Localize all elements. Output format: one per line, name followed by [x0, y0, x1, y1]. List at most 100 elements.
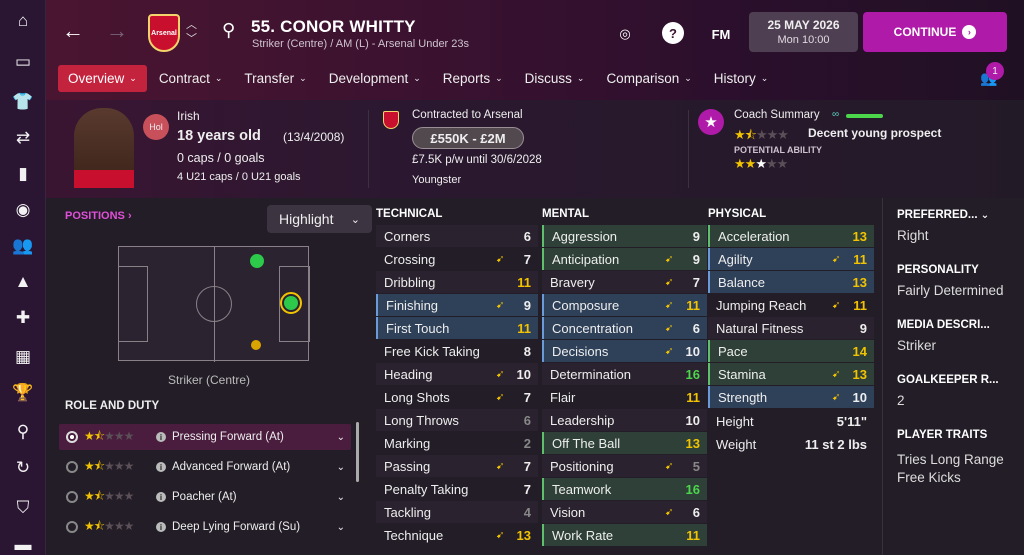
- transfer-value[interactable]: £550K - £2M: [412, 127, 524, 149]
- attribute-row[interactable]: Finishing ➹ 9: [376, 294, 538, 316]
- attribute-row[interactable]: Leadership 10: [542, 409, 707, 431]
- attribute-row[interactable]: Positioning ➹ 5: [542, 455, 707, 477]
- attribute-row[interactable]: Teamwork 16: [542, 478, 707, 500]
- home-icon[interactable]: ⌂: [11, 9, 35, 33]
- attribute-row[interactable]: Natural Fitness 9: [708, 317, 874, 339]
- attribute-row[interactable]: Aggression 9: [542, 225, 707, 247]
- role-row[interactable]: ★⯪★★★ i Deep Lying Forward (Su) ⌄: [59, 514, 351, 540]
- positions-title[interactable]: POSITIONS ›: [65, 210, 132, 222]
- continue-button[interactable]: CONTINUE ›: [863, 12, 1007, 52]
- info-icon[interactable]: i: [156, 432, 166, 442]
- info-icon[interactable]: i: [156, 492, 166, 502]
- preferred-foot-title[interactable]: PREFERRED... ⌄: [897, 209, 989, 221]
- attribute-row[interactable]: Agility ➹ 11: [708, 248, 874, 270]
- staff-icon[interactable]: 👥: [11, 234, 35, 258]
- attribute-row[interactable]: Stamina ➹ 13: [708, 363, 874, 385]
- forward-arrow-icon[interactable]: →: [106, 18, 128, 44]
- radio-unselected[interactable]: [66, 521, 78, 533]
- radio-unselected[interactable]: [66, 461, 78, 473]
- attribute-value: 13: [685, 435, 700, 451]
- attribute-row[interactable]: Crossing ➹ 7: [376, 248, 538, 270]
- roles-scrollbar[interactable]: [356, 422, 359, 482]
- attribute-row[interactable]: Marking 2: [376, 432, 538, 454]
- attribute-row[interactable]: Bravery ➹ 7: [542, 271, 707, 293]
- attribute-row[interactable]: First Touch 11: [376, 317, 538, 339]
- attribute-row[interactable]: Tackling 4: [376, 501, 538, 523]
- attribute-row[interactable]: Long Shots ➹ 7: [376, 386, 538, 408]
- chevron-down-icon[interactable]: ⌄: [337, 432, 345, 443]
- attribute-row[interactable]: Pace 14: [708, 340, 874, 362]
- attribute-row[interactable]: Dribbling 11: [376, 271, 538, 293]
- club-icon[interactable]: ⛉: [11, 496, 35, 520]
- role-row[interactable]: ★⯪★★★ i Poacher (At) ⌄: [59, 484, 351, 510]
- transfers-icon[interactable]: ⇄: [11, 126, 35, 150]
- attribute-row[interactable]: Flair 11: [542, 386, 707, 408]
- help-icon[interactable]: ?: [662, 22, 684, 44]
- scouting-icon[interactable]: ◉: [11, 198, 35, 222]
- globe-icon[interactable]: ◎: [613, 22, 637, 46]
- position-dot-secondary[interactable]: [251, 340, 261, 350]
- training-icon[interactable]: ▲: [11, 270, 35, 294]
- chevron-down-icon[interactable]: ⌄: [337, 492, 345, 503]
- attribute-row[interactable]: Technique ➹ 13: [376, 524, 538, 546]
- attribute-row[interactable]: Composure ➹ 11: [542, 294, 707, 316]
- attribute-row[interactable]: Acceleration 13: [708, 225, 874, 247]
- tactics-icon[interactable]: ▮: [11, 162, 35, 186]
- finances-icon[interactable]: ▬: [11, 533, 35, 555]
- attribute-row[interactable]: Free Kick Taking 8: [376, 340, 538, 362]
- search-icon[interactable]: ⚲: [11, 420, 35, 444]
- attribute-name: Marking: [384, 435, 431, 451]
- inbox-icon[interactable]: ▭: [11, 50, 35, 74]
- role-row[interactable]: ★⯪★★★ i Pressing Forward (At) ⌄: [59, 424, 351, 450]
- chevron-down-icon[interactable]: ⌄: [337, 462, 345, 473]
- calendar-icon[interactable]: ▦: [11, 345, 35, 369]
- attribute-row[interactable]: Long Throws 6: [376, 409, 538, 431]
- tab-transfer[interactable]: Transfer ⌄: [234, 65, 316, 92]
- sync-icon[interactable]: ↻: [11, 456, 35, 480]
- attribute-name: Positioning: [550, 458, 614, 474]
- attribute-row[interactable]: Decisions ➹ 10: [542, 340, 707, 362]
- attribute-row[interactable]: Work Rate 11: [542, 524, 707, 546]
- radio-selected[interactable]: [66, 431, 78, 443]
- squad-icon[interactable]: 👕: [11, 90, 35, 114]
- info-icon[interactable]: i: [156, 462, 166, 472]
- attribute-row[interactable]: Off The Ball 13: [542, 432, 707, 454]
- tab-reports[interactable]: Reports ⌄: [433, 65, 513, 92]
- attribute-row[interactable]: Balance 13: [708, 271, 874, 293]
- radio-unselected[interactable]: [66, 491, 78, 503]
- medical-icon[interactable]: ✚: [11, 306, 35, 330]
- attribute-row[interactable]: Determination 16: [542, 363, 707, 385]
- attribute-row[interactable]: Passing ➹ 7: [376, 455, 538, 477]
- tab-contract[interactable]: Contract ⌄: [149, 65, 233, 92]
- attribute-row[interactable]: Jumping Reach ➹ 11: [708, 294, 874, 316]
- mental-column: MENTAL Aggression 9 Anticipation ➹ 9 Braver…: [542, 208, 707, 547]
- club-crest[interactable]: Arsenal: [148, 14, 180, 52]
- tab-history[interactable]: History ⌄: [704, 65, 779, 92]
- role-row[interactable]: ★⯪★★★ i Advanced Forward (At) ⌄: [59, 454, 351, 480]
- attribute-row[interactable]: Corners 6: [376, 225, 538, 247]
- binoculars-icon[interactable]: ∞: [832, 109, 839, 120]
- highlight-dropdown[interactable]: Highlight ⌄: [267, 205, 372, 233]
- nation-flag[interactable]: Hol: [143, 114, 169, 140]
- attribute-row[interactable]: Heading ➹ 10: [376, 363, 538, 385]
- position-dot-striker[interactable]: [280, 292, 302, 314]
- position-dot-aml[interactable]: [250, 254, 264, 268]
- chevron-down-icon[interactable]: ⌄: [337, 522, 345, 533]
- attribute-row[interactable]: Vision ➹ 6: [542, 501, 707, 523]
- attribute-row[interactable]: Strength ➹ 10: [708, 386, 874, 408]
- tab-development[interactable]: Development ⌄: [319, 65, 431, 92]
- notification-badge[interactable]: 1: [986, 62, 1004, 80]
- attribute-row[interactable]: Anticipation ➹ 9: [542, 248, 707, 270]
- fm-menu-button[interactable]: FM: [709, 22, 733, 46]
- info-icon[interactable]: i: [156, 522, 166, 532]
- search-icon[interactable]: ⚲: [222, 20, 235, 41]
- back-arrow-icon[interactable]: ←: [62, 18, 84, 44]
- trophy-icon[interactable]: 🏆: [11, 381, 35, 405]
- player-trait[interactable]: Tries Long Range Free Kicks: [897, 451, 1017, 487]
- tab-comparison[interactable]: Comparison ⌄: [596, 65, 701, 92]
- tab-discuss[interactable]: Discuss ⌄: [515, 65, 595, 92]
- tab-overview[interactable]: Overview ⌄: [58, 65, 147, 92]
- player-switcher-chevrons-icon[interactable]: ︿ ﹀: [186, 18, 197, 46]
- attribute-row[interactable]: Penalty Taking 7: [376, 478, 538, 500]
- attribute-row[interactable]: Concentration ➹ 6: [542, 317, 707, 339]
